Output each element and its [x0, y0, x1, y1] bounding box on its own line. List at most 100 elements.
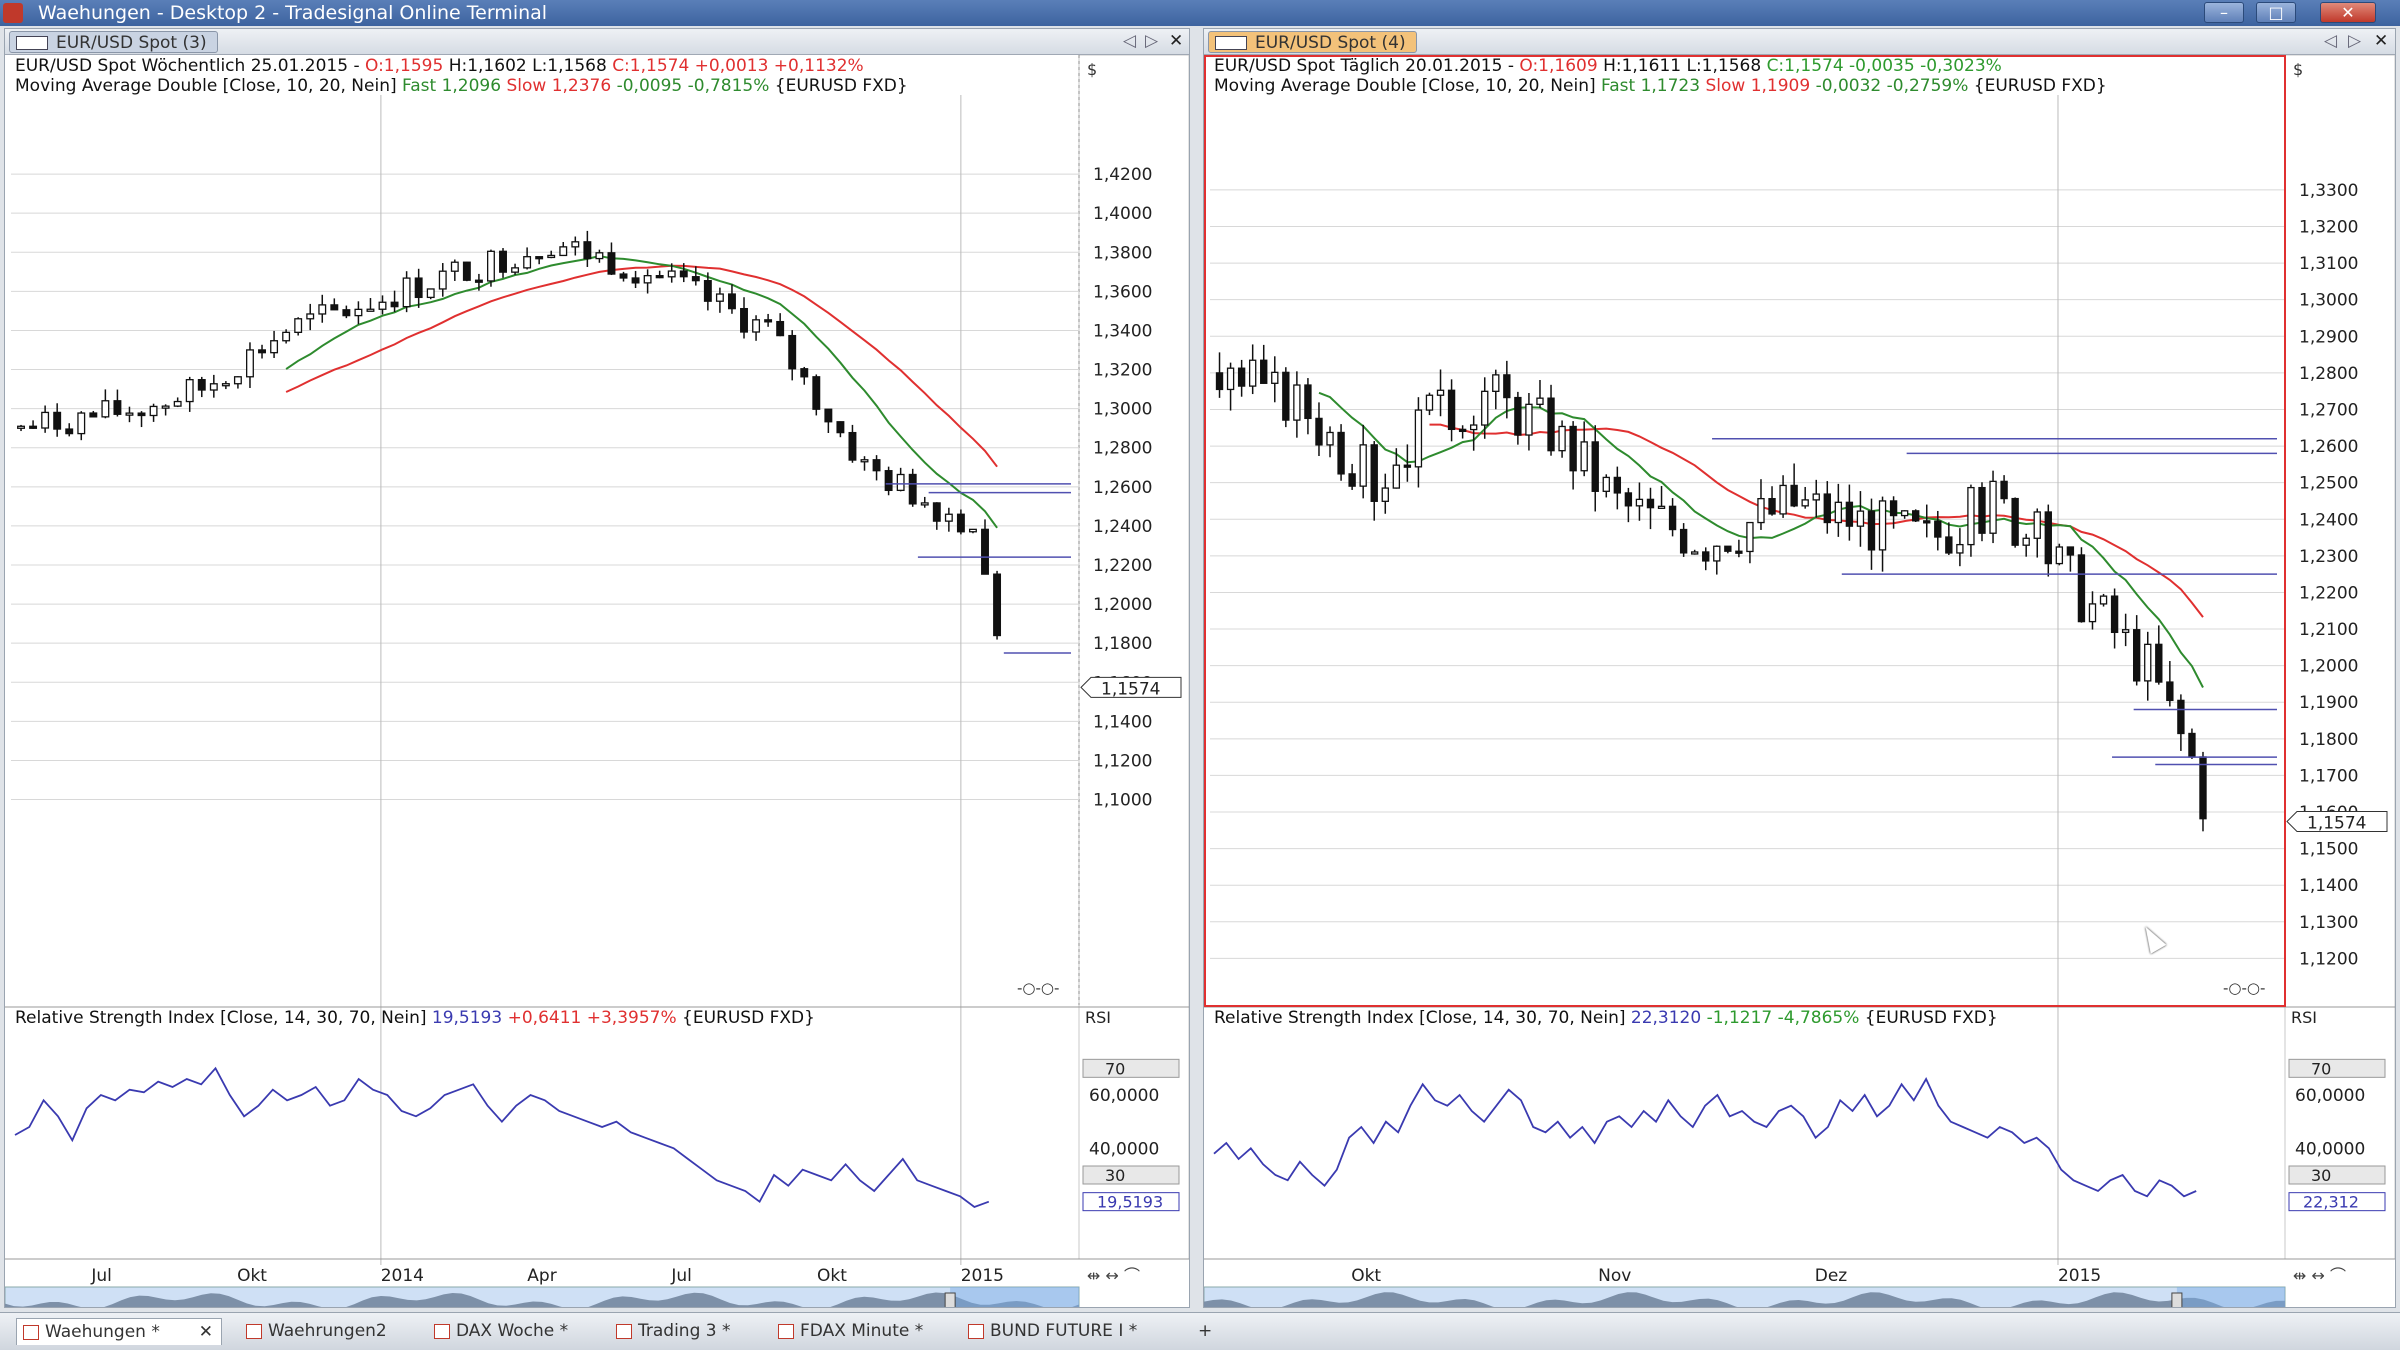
chart-tab-icon [16, 36, 48, 50]
add-tab-icon[interactable]: + [1186, 1318, 1212, 1345]
maximize-button[interactable]: □ [2256, 2, 2296, 23]
minimize-button[interactable]: – [2204, 2, 2244, 23]
candle-body [547, 254, 556, 259]
candle-body [1912, 510, 1920, 522]
candle-body [65, 428, 74, 435]
rsi-change: -1,1217 -4,7865% [1701, 1008, 1859, 1028]
price-tick-label: 1,3800 [1093, 243, 1152, 263]
rsi-tick-label: 40,0000 [1089, 1139, 1159, 1159]
candle-body [559, 246, 568, 257]
candle-body [571, 241, 580, 248]
candle-body [2077, 554, 2086, 623]
close-icon[interactable]: ✕ [1169, 31, 1183, 51]
panel-tab[interactable]: EUR/USD Spot (3) [9, 31, 218, 53]
active-chart-frame [1204, 55, 2286, 1007]
price-tick-label: 1,1800 [1093, 634, 1152, 654]
time-tick-label: Dez [1815, 1266, 1848, 1286]
candle-body [113, 400, 122, 415]
candle-body [197, 379, 206, 391]
price-tick-label: 1,2100 [2299, 620, 2358, 640]
rsi-change: +0,6411 +3,3957% [502, 1008, 676, 1028]
task-tab-fdax-minute[interactable]: FDAX Minute * [772, 1318, 923, 1345]
candle-body [1304, 384, 1312, 420]
chart-panel-2[interactable]: EUR/USD Spot (4) ◁ ▷ ✕ EUR/USD Spot Tägl… [1203, 28, 2396, 1308]
ohlc-info: EUR/USD Spot Wöchentlich 25.01.2015 - O:… [15, 56, 864, 76]
candle-body [1260, 359, 1268, 384]
candle-body [920, 502, 929, 506]
rsi-source: {EURUSD FXD} [1859, 1008, 1997, 1028]
nav-left-icon[interactable]: ◁ [1123, 31, 1136, 51]
scroller-handle [2171, 1292, 2183, 1307]
candle-body [848, 431, 857, 461]
chart-area[interactable]: EUR/USD Spot Täglich 20.01.2015 - O:1,16… [1204, 55, 2395, 1307]
candle-body [1271, 371, 1279, 384]
candle-body [137, 412, 146, 417]
candle-body [1381, 487, 1389, 502]
candle-body [583, 241, 592, 260]
nav-right-icon[interactable]: ▷ [2348, 31, 2361, 51]
price-tick-label: 1,4200 [1093, 165, 1152, 185]
price-tick-label: 1,2000 [2299, 657, 2358, 677]
rsi-level-box [1082, 1165, 1180, 1185]
chart-svg[interactable]: EUR/USD Spot Täglich 20.01.2015 - O:1,16… [1204, 55, 2395, 1307]
candle-body [1746, 521, 1754, 553]
candle-body [1547, 397, 1555, 452]
chart-area[interactable]: EUR/USD Spot Wöchentlich 25.01.2015 - O:… [5, 55, 1189, 1307]
ma-source: {EURUSD FXD} [769, 76, 907, 96]
ohlc-label: EUR/USD Spot Täglich 20.01.2015 - [1214, 56, 1519, 76]
panel-tab[interactable]: EUR/USD Spot (4) [1208, 31, 1417, 53]
rsi-value: 22,3120 [1631, 1008, 1701, 1028]
candle-body [1458, 428, 1467, 433]
ma-fast: Fast 1,2096 [402, 76, 501, 96]
candle-body [812, 376, 821, 410]
doc-icon [23, 1325, 39, 1340]
chart-svg[interactable]: EUR/USD Spot Wöchentlich 25.01.2015 - O:… [5, 55, 1189, 1307]
candle-body [53, 411, 62, 430]
panel-tab-bar: EUR/USD Spot (3) ◁ ▷ ✕ [5, 29, 1189, 55]
candle-body [1348, 473, 1356, 487]
task-tab-bund-future[interactable]: BUND FUTURE I * [962, 1318, 1137, 1345]
ma-slow: Slow 1,1909 [1700, 76, 1810, 96]
close-icon[interactable]: ✕ [2374, 31, 2388, 51]
candle-body [1226, 367, 1235, 391]
chart-panel-1[interactable]: EUR/USD Spot (3) ◁ ▷ ✕ EUR/USD Spot Wöch… [4, 28, 1190, 1308]
candle-body [1613, 476, 1622, 494]
candle-body [667, 270, 676, 278]
candle-body [1326, 431, 1334, 446]
close-window-button[interactable]: ✕ [2320, 2, 2376, 23]
candle-body [1646, 498, 1655, 509]
last-price-label: 1,1574 [1101, 679, 1160, 699]
ma-change: -0,0032 -0,2759% [1810, 76, 1968, 96]
nav-left-icon[interactable]: ◁ [2324, 31, 2337, 51]
rsi-value: 19,5193 [432, 1008, 502, 1028]
rsi-tick-label: 40,0000 [2295, 1139, 2365, 1159]
task-tab-dax-woche[interactable]: DAX Woche * [428, 1318, 568, 1345]
task-tab-waehrungen2[interactable]: Waehrungen2 [240, 1318, 387, 1345]
candle-body [499, 250, 507, 273]
candle-body [426, 288, 435, 299]
task-tab-waehungen[interactable]: Waehungen * ✕ [16, 1318, 222, 1345]
close-icon[interactable]: ✕ [199, 1319, 213, 1346]
candle-body [956, 513, 965, 533]
nav-right-icon[interactable]: ▷ [1145, 31, 1158, 51]
candle-body [1293, 384, 1301, 421]
task-label: FDAX Minute * [800, 1321, 924, 1341]
price-tick-label: 1,2800 [1093, 439, 1152, 459]
app-icon [3, 3, 23, 23]
candle-body [860, 459, 869, 463]
candle-body [1481, 390, 1489, 426]
candle-body [1558, 425, 1566, 452]
rsi-level-label: 70 [2311, 1059, 2331, 1078]
candle-body [1956, 543, 1964, 554]
candle-body [438, 270, 447, 290]
price-tick-label: 1,2200 [1093, 556, 1152, 576]
candle-body [2121, 629, 2130, 634]
candle-body [294, 318, 303, 334]
ohlc-high-low: H:1,1611 L:1,1568 [1598, 56, 1767, 76]
task-tab-trading-3[interactable]: Trading 3 * [610, 1318, 731, 1345]
doc-icon [968, 1324, 984, 1339]
rsi-level-label: 70 [1105, 1059, 1125, 1078]
candle-body [679, 270, 688, 278]
candle-body [233, 376, 242, 385]
candle-body [173, 400, 182, 407]
